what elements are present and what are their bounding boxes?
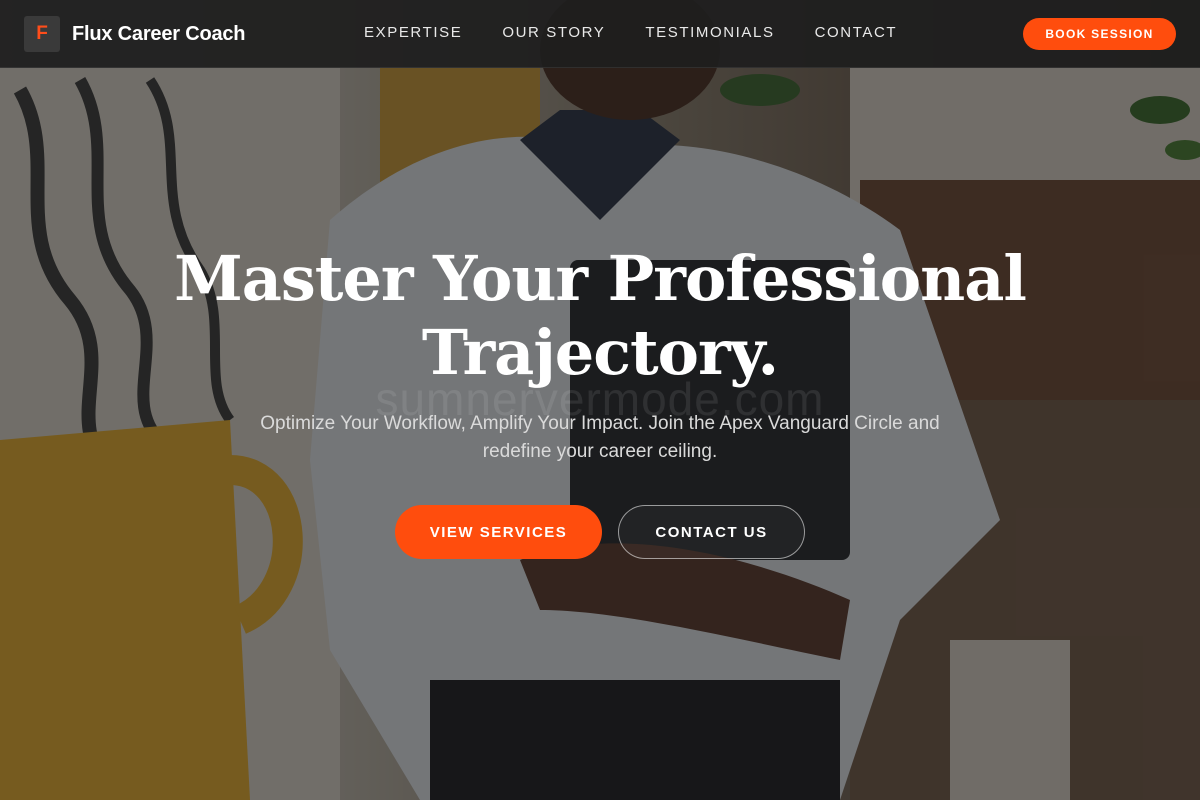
hero-title-line-1: Master Your Professional — [174, 242, 1027, 315]
nav-link-expertise[interactable]: EXPERTISE — [364, 24, 462, 41]
main-nav: EXPERTISE OUR STORY TESTIMONIALS CONTACT — [364, 24, 937, 41]
hero-cta-group: VIEW SERVICES CONTACT US — [395, 505, 805, 559]
hero-subtitle: Optimize Your Workflow, Amplify Your Imp… — [260, 413, 940, 462]
view-services-button[interactable]: VIEW SERVICES — [395, 505, 602, 559]
brand-mark-icon: F — [24, 16, 60, 52]
contact-us-button[interactable]: CONTACT US — [618, 505, 805, 559]
brand-name: Flux Career Coach — [72, 22, 246, 45]
nav-link-contact[interactable]: CONTACT — [815, 24, 898, 41]
book-session-button[interactable]: BOOK SESSION — [1023, 18, 1176, 50]
brand-logo[interactable]: F Flux Career Coach — [24, 16, 246, 52]
nav-link-testimonials[interactable]: TESTIMONIALS — [645, 24, 774, 41]
top-navbar: F Flux Career Coach EXPERTISE OUR STORY … — [0, 0, 1200, 68]
hero-title: Master Your Professional Trajectory. — [0, 242, 1200, 390]
nav-link-our-story[interactable]: OUR STORY — [502, 24, 605, 41]
